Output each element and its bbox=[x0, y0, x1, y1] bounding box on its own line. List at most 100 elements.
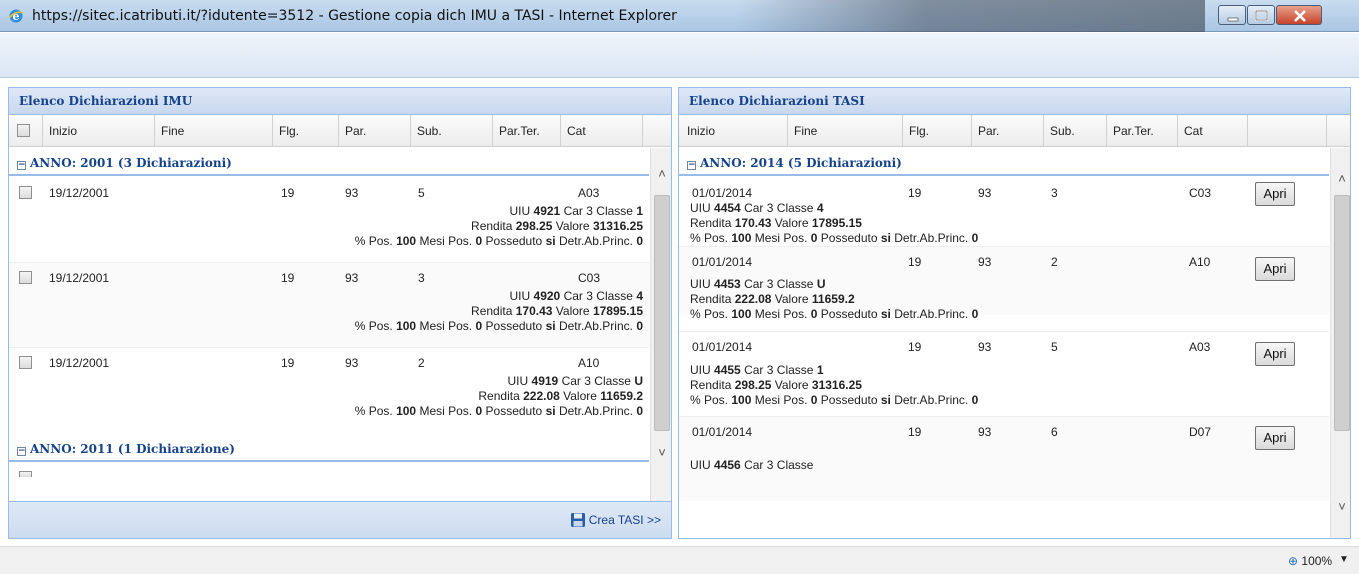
tasi-row[interactable]: 01/01/2014 19 93 3 C03 Apri UIU 4454 Car… bbox=[679, 178, 1329, 246]
tasi-group-2014[interactable]: − ANNO: 2014 (5 Dichiarazioni) bbox=[679, 148, 1329, 176]
imu-col-flg[interactable]: Flg. bbox=[273, 115, 339, 147]
tasi-col-inizio[interactable]: Inizio bbox=[679, 115, 788, 147]
tasi-vertical-scrollbar[interactable]: ˄ ˅ bbox=[1330, 148, 1350, 538]
imu-select-all-cell bbox=[9, 115, 43, 147]
imu-col-cat[interactable]: Cat bbox=[561, 115, 643, 147]
cell-flg: 19 bbox=[281, 271, 295, 285]
cell-par: 93 bbox=[978, 255, 992, 269]
tasi-col-sub[interactable]: Sub. bbox=[1044, 115, 1107, 147]
tasi-col-par[interactable]: Par. bbox=[972, 115, 1044, 147]
scroll-down-icon[interactable]: ˅ bbox=[1331, 499, 1350, 517]
imu-grid-body: − ANNO: 2001 (3 Dichiarazioni) 19/12/2001… bbox=[9, 148, 671, 503]
cell-inizio: 01/01/2014 bbox=[692, 425, 753, 439]
row-detail: UIU 4453 Car 3 Classe U Rendita 222.08 V… bbox=[690, 277, 979, 321]
imu-group-2011[interactable]: − ANNO: 2011 (1 Dichiarazione) bbox=[9, 434, 649, 462]
imu-row[interactable]: 19/12/2001 19 93 5 A03 UIU 4921 Car 3 Cl… bbox=[9, 178, 649, 262]
scroll-up-icon[interactable]: ˄ bbox=[651, 166, 671, 184]
scroll-up-icon[interactable]: ˄ bbox=[1331, 171, 1350, 189]
collapse-icon[interactable]: − bbox=[17, 447, 26, 456]
cell-flg: 19 bbox=[908, 425, 922, 439]
imu-row[interactable]: 19/12/2001 19 93 2 A10 UIU 4919 Car 3 Cl… bbox=[9, 348, 649, 432]
cell-flg: 19 bbox=[281, 356, 295, 370]
cell-inizio: 19/12/2001 bbox=[49, 356, 110, 370]
tasi-row[interactable]: 01/01/2014 19 93 2 A10 Apri UIU 4453 Car… bbox=[679, 247, 1329, 321]
crea-tasi-button[interactable]: Crea TASI >> bbox=[570, 512, 661, 528]
cell-inizio: 19/12/2001 bbox=[49, 186, 110, 200]
imu-col-sub[interactable]: Sub. bbox=[411, 115, 493, 147]
imu-row[interactable]: 19/12/2001 19 93 3 C03 UIU 4920 Car 3 Cl… bbox=[9, 263, 649, 347]
cell-par: 93 bbox=[345, 186, 359, 200]
cell-inizio: 01/01/2014 bbox=[692, 186, 753, 200]
cell-cat: A10 bbox=[578, 356, 600, 370]
cell-par: 93 bbox=[345, 356, 359, 370]
imu-group-2001[interactable]: − ANNO: 2001 (3 Dichiarazioni) bbox=[9, 148, 649, 176]
row-detail: UIU 4919 Car 3 Classe U Rendita 222.08 V… bbox=[354, 374, 643, 418]
collapse-icon[interactable]: − bbox=[687, 161, 696, 170]
window-title-bar: e https://sitec.icatributi.it/?idutente=… bbox=[0, 0, 1359, 32]
cell-sub: 3 bbox=[1051, 186, 1058, 200]
cell-sub: 5 bbox=[1051, 340, 1058, 354]
scroll-thumb[interactable] bbox=[1334, 195, 1350, 431]
zoom-dropdown-icon[interactable]: ▼ bbox=[1339, 554, 1349, 565]
close-icon bbox=[1294, 10, 1306, 22]
imu-col-par[interactable]: Par. bbox=[339, 115, 411, 147]
minimize-button[interactable] bbox=[1218, 5, 1246, 25]
close-button[interactable] bbox=[1276, 5, 1322, 25]
cell-par: 93 bbox=[978, 425, 992, 439]
row-checkbox[interactable] bbox=[19, 356, 32, 369]
group-label: ANNO: 2001 (3 Dichiarazioni) bbox=[30, 156, 232, 170]
tasi-grid-body: − ANNO: 2014 (5 Dichiarazioni) 01/01/2014… bbox=[679, 148, 1350, 538]
window-title: https://sitec.icatributi.it/?idutente=35… bbox=[32, 8, 677, 24]
tasi-row[interactable]: 01/01/2014 19 93 5 A03 Apri UIU 4455 Car… bbox=[679, 332, 1329, 416]
apri-button[interactable]: Apri bbox=[1255, 342, 1295, 366]
imu-select-all-checkbox[interactable] bbox=[17, 124, 30, 137]
maximize-button[interactable] bbox=[1247, 5, 1275, 25]
cell-cat: A03 bbox=[578, 186, 600, 200]
tasi-col-cat[interactable]: Cat bbox=[1178, 115, 1248, 147]
title-bar-shading bbox=[735, 0, 1205, 32]
cell-cat: A10 bbox=[1189, 255, 1211, 269]
cell-sub: 2 bbox=[418, 356, 425, 370]
cell-inizio: 01/01/2014 bbox=[692, 340, 753, 354]
save-disk-icon bbox=[570, 513, 585, 527]
imu-col-par-ter[interactable]: Par.Ter. bbox=[493, 115, 561, 147]
row-checkbox[interactable] bbox=[19, 186, 32, 199]
tasi-row[interactable]: 01/01/2014 19 93 6 D07 Apri UIU 4456 Car… bbox=[679, 417, 1329, 501]
cell-sub: 2 bbox=[1051, 255, 1058, 269]
imu-panel: Elenco Dichiarazioni IMU Inizio Fine Flg… bbox=[8, 87, 672, 539]
apri-button[interactable]: Apri bbox=[1255, 257, 1295, 281]
tasi-col-par-ter[interactable]: Par.Ter. bbox=[1107, 115, 1178, 147]
imu-column-header: Inizio Fine Flg. Par. Sub. Par.Ter. Cat bbox=[9, 115, 671, 147]
scroll-thumb[interactable] bbox=[654, 195, 670, 431]
empty-toolbar bbox=[0, 33, 1359, 78]
cell-par: 93 bbox=[345, 271, 359, 285]
cell-flg: 19 bbox=[908, 186, 922, 200]
maximize-icon bbox=[1255, 10, 1268, 21]
cell-cat: D07 bbox=[1189, 425, 1212, 439]
imu-panel-footer: Crea TASI >> bbox=[9, 501, 671, 538]
tasi-col-flg[interactable]: Flg. bbox=[903, 115, 972, 147]
imu-col-extra bbox=[643, 115, 671, 147]
cell-flg: 19 bbox=[908, 255, 922, 269]
zoom-control[interactable]: ⊕ 100% bbox=[1288, 554, 1332, 568]
row-checkbox[interactable] bbox=[19, 471, 32, 477]
cell-inizio: 01/01/2014 bbox=[692, 255, 753, 269]
status-bar: ⊕ 100% ▼ bbox=[0, 546, 1359, 574]
cell-flg: 19 bbox=[281, 186, 295, 200]
row-detail: UIU 4454 Car 3 Classe 4 Rendita 170.43 V… bbox=[690, 201, 979, 245]
cell-sub: 6 bbox=[1051, 425, 1058, 439]
tasi-col-fine[interactable]: Fine bbox=[788, 115, 903, 147]
collapse-icon[interactable]: − bbox=[17, 161, 26, 170]
row-checkbox[interactable] bbox=[19, 271, 32, 284]
imu-vertical-scrollbar[interactable]: ˄ ˅ bbox=[650, 148, 671, 503]
imu-panel-title: Elenco Dichiarazioni IMU bbox=[9, 88, 671, 115]
apri-button[interactable]: Apri bbox=[1255, 426, 1295, 450]
cell-flg: 19 bbox=[908, 340, 922, 354]
group-label: ANNO: 2011 (1 Dichiarazione) bbox=[30, 442, 235, 456]
cell-par: 93 bbox=[978, 340, 992, 354]
apri-button[interactable]: Apri bbox=[1255, 182, 1295, 206]
imu-col-fine[interactable]: Fine bbox=[155, 115, 273, 147]
internet-explorer-icon: e bbox=[8, 9, 24, 23]
imu-col-inizio[interactable]: Inizio bbox=[43, 115, 155, 147]
scroll-down-icon[interactable]: ˅ bbox=[651, 445, 671, 463]
